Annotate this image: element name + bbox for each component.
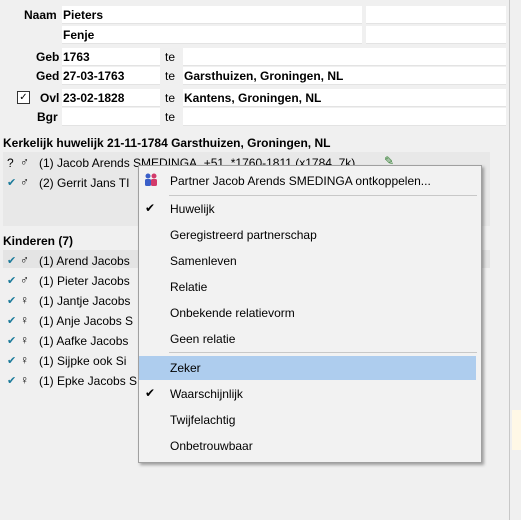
children-title: Kinderen (7) [3, 234, 74, 248]
unlink-partner-label: Partner Jacob Arends SMEDINGA ontkoppele… [170, 174, 431, 188]
check-icon: ✔ [7, 375, 17, 387]
female-icon: ♀ [20, 373, 29, 387]
female-icon: ♀ [20, 293, 29, 307]
ged-te: te [165, 69, 176, 83]
menu-item-geen-relatie[interactable]: Geen relatie [139, 327, 481, 351]
female-icon: ♀ [20, 313, 29, 327]
extra-field-1[interactable] [366, 6, 506, 24]
naam-label: Naam [24, 8, 57, 22]
ged-place: Garsthuizen, Groningen, NL [184, 69, 344, 83]
menu-item-unlink-partner[interactable]: Partner Jacob Arends SMEDINGA ontkoppele… [139, 169, 481, 193]
female-icon: ♀ [20, 353, 29, 367]
firstname-value: Fenje [63, 28, 95, 42]
child-text: (1) Aafke Jacobs [39, 334, 129, 348]
ovl-te: te [165, 91, 176, 105]
firstname-field[interactable] [62, 26, 362, 44]
surname-value: Pieters [63, 8, 104, 22]
menu-item-label: Zeker [170, 361, 201, 375]
menu-item-twijfelachtig[interactable]: Twijfelachtig [139, 408, 481, 432]
geb-te: te [165, 50, 176, 64]
child-text: (1) Pieter Jacobs [39, 274, 130, 288]
check-icon: ✔ [7, 315, 17, 327]
geb-label: Geb [36, 50, 60, 64]
child-text: (1) Jantje Jacobs [39, 294, 131, 308]
partner-2-text: (2) Gerrit Jans TI [39, 176, 130, 190]
ovl-date: 23-02-1828 [63, 91, 125, 105]
male-icon: ♂ [20, 155, 29, 169]
male-icon: ♂ [20, 253, 29, 267]
ged-date: 27-03-1763 [63, 69, 125, 83]
child-text: (1) Arend Jacobs [39, 254, 130, 268]
child-text: (1) Epke Jacobs S [39, 374, 138, 388]
check-icon: ✔ [7, 275, 17, 287]
ovl-checkbox[interactable]: ✓ [17, 91, 30, 104]
ovl-place: Kantens, Groningen, NL [184, 91, 322, 105]
partner-status-unknown: ? [7, 156, 14, 170]
bgr-place-field[interactable] [183, 108, 506, 126]
menu-separator [169, 352, 477, 353]
menu-item-samenleven[interactable]: Samenleven [139, 249, 481, 273]
vertical-scrollbar[interactable] [490, 150, 507, 520]
menu-item-waarschijnlijk[interactable]: ✔ Waarschijnlijk [139, 382, 481, 406]
marriage-title: Kerkelijk huwelijk 21-11-1784 Garsthuize… [3, 136, 331, 150]
menu-item-relatie[interactable]: Relatie [139, 275, 481, 299]
bgr-date-field[interactable] [62, 108, 160, 126]
checkmark-icon: ✔ [145, 201, 156, 215]
menu-item-label: Twijfelachtig [170, 413, 236, 427]
checkmark-icon: ✔ [145, 386, 156, 400]
extra-field-2[interactable] [366, 26, 506, 44]
geb-place-field[interactable] [183, 48, 506, 66]
menu-item-label: Huwelijk [170, 202, 215, 216]
menu-item-huwelijk[interactable]: ✔ Huwelijk [139, 197, 481, 221]
ged-label: Ged [36, 69, 60, 83]
menu-item-onbetrouwbaar[interactable]: Onbetrouwbaar [139, 434, 481, 458]
check-icon: ✔ [7, 295, 17, 307]
check-icon: ✔ [7, 355, 17, 367]
bgr-label: Bgr [37, 110, 58, 124]
check-icon: ✔ [7, 177, 17, 189]
menu-item-label: Geen relatie [170, 332, 236, 346]
menu-item-label: Samenleven [170, 254, 237, 268]
male-icon: ♂ [20, 175, 29, 189]
menu-item-geregistreerd-partnerschap[interactable]: Geregistreerd partnerschap [139, 223, 481, 247]
menu-item-label: Onbekende relatievorm [170, 306, 295, 320]
menu-item-label: Geregistreerd partnerschap [170, 228, 317, 242]
unlink-partner-icon [143, 172, 159, 188]
female-icon: ♀ [20, 333, 29, 347]
check-icon: ✔ [7, 255, 17, 267]
child-text: (1) Sijpke ook Si [39, 354, 127, 368]
right-border [509, 0, 510, 520]
surname-field[interactable] [62, 6, 362, 24]
menu-item-onbekende-relatievorm[interactable]: Onbekende relatievorm [139, 301, 481, 325]
geb-date: 1763 [63, 50, 90, 64]
right-panel-edge [512, 410, 521, 450]
menu-item-label: Relatie [170, 280, 208, 294]
menu-separator [169, 195, 477, 196]
bgr-te: te [165, 110, 176, 124]
context-menu: Partner Jacob Arends SMEDINGA ontkoppele… [138, 165, 482, 463]
menu-item-label: Waarschijnlijk [170, 387, 243, 401]
menu-item-label: Onbetrouwbaar [170, 439, 253, 453]
child-text: (1) Anje Jacobs S [39, 314, 134, 328]
person-fields: Naam Pieters Fenje Geb 1763 te Ged 27-03… [0, 0, 521, 130]
male-icon: ♂ [20, 273, 29, 287]
check-icon: ✔ [7, 335, 17, 347]
menu-item-zeker[interactable]: Zeker [139, 356, 476, 380]
ovl-label: Ovl [40, 91, 60, 105]
